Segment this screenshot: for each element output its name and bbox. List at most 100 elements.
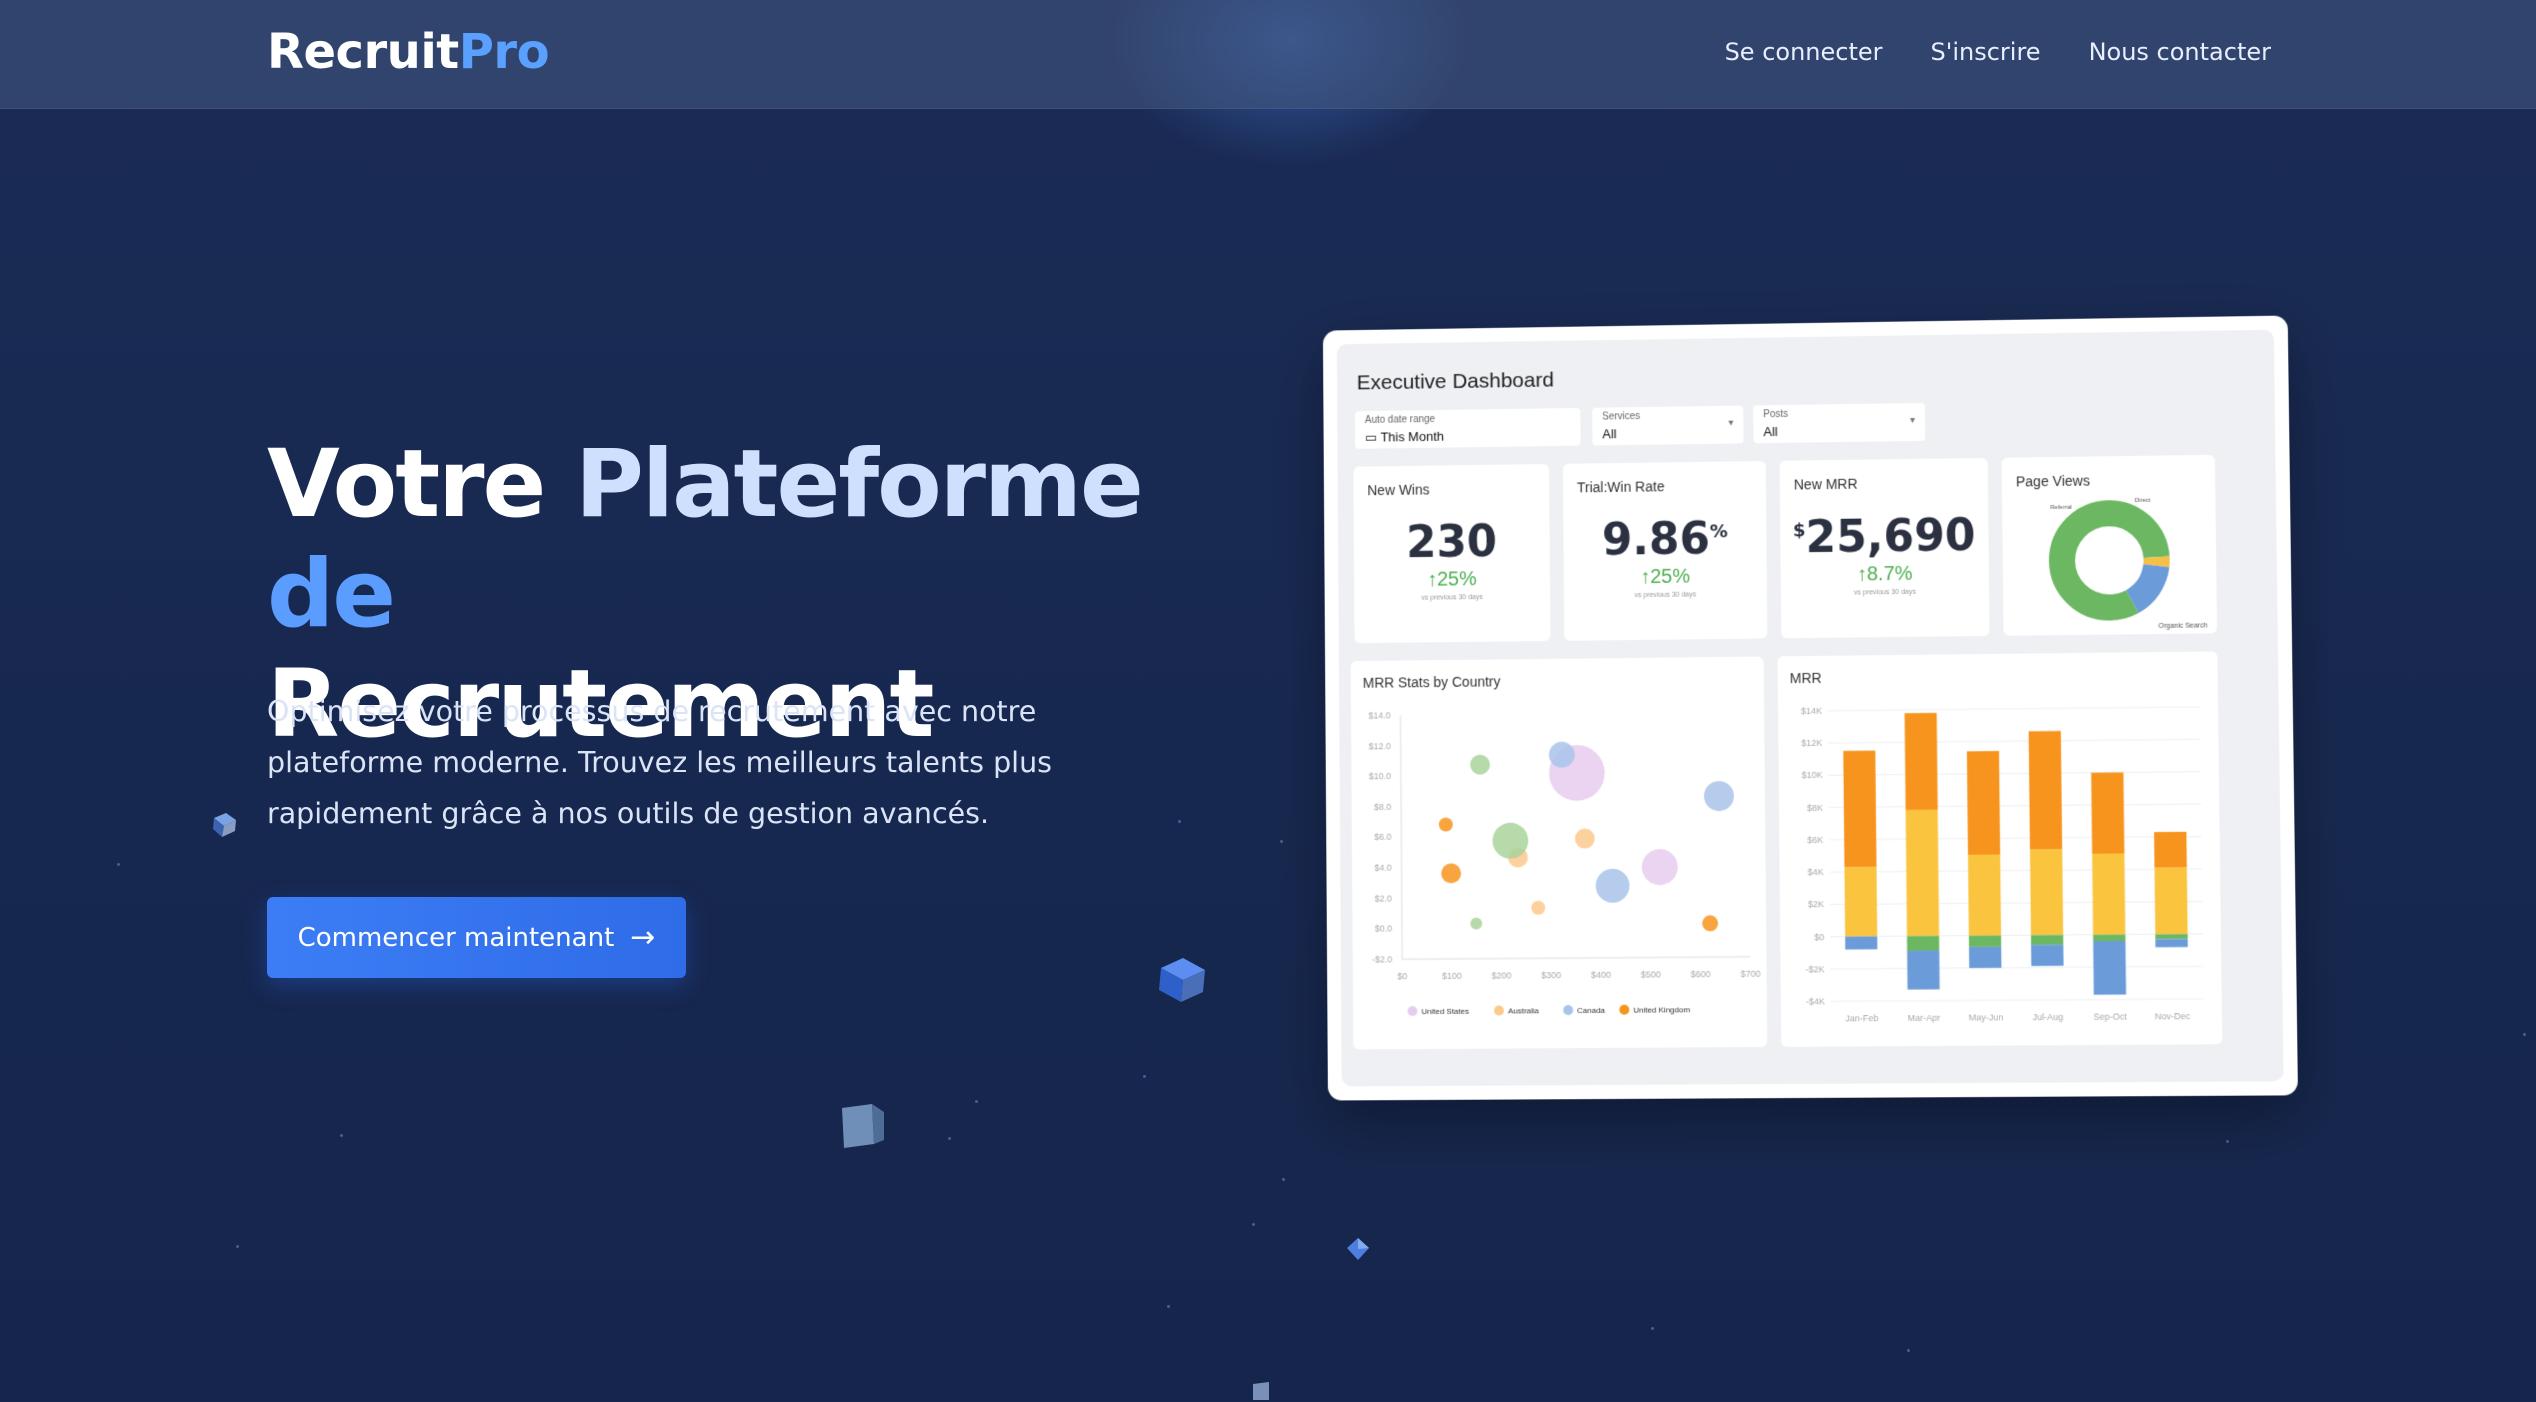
filter-services: Services All ▾ [1592, 405, 1744, 446]
dashboard-title: Executive Dashboard [1356, 368, 1555, 395]
x-tick-label: $600 [1691, 969, 1711, 979]
bubble-point [1574, 828, 1595, 849]
donut-label: Referral [2050, 505, 2072, 511]
kpi-label: New Wins [1367, 481, 1430, 499]
cube-decoration-2 [1159, 958, 1205, 1002]
chevron-down-icon: ▾ [1909, 415, 1916, 427]
y-tick-label: $12.0 [1369, 741, 1391, 751]
x-tick-label: May-Jun [1969, 1012, 2004, 1022]
kpi-new-wins: New Wins 230 ↑25% vs previous 30 days [1353, 463, 1551, 644]
nav-contact-link[interactable]: Nous contacter [2089, 38, 2271, 66]
mrr-panel: MRR $14K $12K $10K $8K $6K $4K $2K $0 -$2K -$4K Ja… [1777, 651, 2223, 1047]
y-axis [1400, 715, 1402, 959]
legend-swatch [1563, 1005, 1574, 1016]
bar-segment [1907, 950, 1940, 990]
x-tick-label: $300 [1541, 970, 1561, 980]
hero-title-part-3: de [267, 540, 396, 649]
filter-date-range: Auto date range ▭ This Month [1354, 407, 1581, 449]
bar-segment [1845, 936, 1878, 950]
logo-text-primary: Recruit [267, 24, 459, 80]
bar-segment [1843, 750, 1877, 868]
kpi-note: vs previous 30 days [1421, 594, 1483, 602]
x-tick-label: $200 [1492, 970, 1512, 980]
y-tick-label: $0 [1814, 932, 1824, 942]
filter-posts-label: Posts [1763, 408, 1789, 421]
mrr-by-country-scatter: $14.0 $12.0 $10.0 $8.0 $6.0 $4.0 $2.0 $0.0 -$2.0… [1368, 710, 1761, 1017]
bubble-point [1492, 822, 1529, 859]
get-started-button[interactable]: Commencer maintenant → [267, 897, 686, 978]
filter-date-value-text: This Month [1380, 428, 1444, 445]
bar-segment [1968, 854, 2002, 936]
kpi-change: ↑25% [1640, 565, 1691, 589]
nav-login-link[interactable]: Se connecter [1725, 38, 1883, 66]
kpi-label: Page Views [2015, 472, 2091, 490]
nav-signup-link[interactable]: S'inscrire [1931, 38, 2041, 66]
cube-decoration-3 [842, 1104, 884, 1148]
kpi-value-suffix: % [1709, 521, 1728, 543]
x-tick-label: $0 [1397, 971, 1407, 981]
y-tick-label: $6.0 [1374, 832, 1391, 842]
donut-label: Direct [2135, 498, 2151, 504]
dashboard-preview: Executive Dashboard Auto date range ▭ Th… [1322, 315, 2298, 1101]
x-tick-label: Sep-Oct [2094, 1011, 2128, 1021]
arrow-right-icon: → [630, 920, 656, 955]
y-tick-label: $8K [1807, 803, 1823, 813]
filter-date-label: Auto date range [1364, 414, 1436, 426]
y-tick-label: $14K [1801, 706, 1822, 716]
bar-segment [1905, 809, 1940, 937]
gridline [1830, 901, 2202, 904]
bar-segment [2028, 730, 2063, 850]
kpi-new-mrr: New MRR $25,690 ↑8.7% vs previous 30 day… [1779, 457, 1990, 639]
bubble-point [1702, 915, 1718, 932]
hero-subtitle: Optimisez votre processus de recrutement… [267, 695, 1053, 830]
kpi-page-views: Page Views Organic Search Referral Direct [2001, 454, 2218, 636]
y-tick-label: $8.0 [1374, 802, 1391, 812]
kpi-value-number: 9.86 [1601, 513, 1711, 566]
hero-title-part-2: Plateforme [574, 430, 1144, 539]
bubble-point [1438, 817, 1453, 832]
mrr-bar-chart: $14K $12K $10K $8K $6K $4K $2K $0 -$2K -$4K Jan-Fe… [1801, 651, 2223, 1023]
filter-date-value: ▭ This Month [1365, 429, 1444, 446]
kpi-value: 9.86% [1563, 513, 1766, 566]
bubble-point [1548, 741, 1575, 768]
y-tick-label: $2K [1808, 899, 1824, 909]
filter-posts: Posts All ▾ [1753, 402, 1926, 444]
legend-label: United States [1421, 1007, 1469, 1016]
bubble-point [1641, 848, 1678, 886]
gridline [1829, 837, 2201, 840]
logo-text-accent: Pro [458, 24, 550, 80]
x-tick-label: $500 [1641, 969, 1661, 979]
kpi-value: 230 [1406, 516, 1498, 569]
bar-segment [2030, 934, 2064, 945]
legend-swatch [1493, 1005, 1504, 1016]
y-tick-label: $6K [1807, 835, 1823, 845]
kpi-value-number: 25,690 [1805, 510, 1976, 564]
gridline [1831, 999, 2204, 1001]
y-tick-label: $4.0 [1374, 863, 1391, 873]
kpi-change: ↑25% [1427, 568, 1477, 591]
kpi-value-prefix: $ [1792, 520, 1806, 542]
kpi-label: Trial:Win Rate [1576, 478, 1665, 496]
x-tick-label: Jan-Feb [1845, 1013, 1878, 1023]
donut-label: Organic Search [2158, 622, 2207, 630]
y-tick-label: -$2.0 [1372, 954, 1392, 964]
x-tick-label: Jul-Aug [2033, 1012, 2064, 1022]
filter-services-label: Services [1602, 411, 1641, 423]
bubble-point [1703, 780, 1735, 812]
kpi-value: $25,690 [1780, 510, 1989, 564]
kpi-note: vs previous 30 days [1634, 591, 1697, 600]
bar-segment [2093, 940, 2127, 995]
bar-segment [1968, 935, 2002, 948]
bar-segment [2093, 934, 2126, 942]
kpi-note: vs previous 30 days [1853, 588, 1916, 597]
hero-title-part-1: Votre [267, 430, 575, 539]
dashboard-frame: Executive Dashboard Auto date range ▭ Th… [1322, 315, 2298, 1101]
logo[interactable]: RecruitPro [267, 24, 550, 80]
bar-segment [2092, 853, 2126, 935]
chevron-down-icon: ▾ [1728, 417, 1734, 429]
y-tick-label: $12K [1801, 738, 1822, 748]
x-tick-label: Mar-Apr [1908, 1013, 1941, 1023]
kpi-change: ↑8.7% [1856, 562, 1913, 586]
bar-segment [2155, 938, 2188, 948]
gridline [1829, 772, 2201, 776]
